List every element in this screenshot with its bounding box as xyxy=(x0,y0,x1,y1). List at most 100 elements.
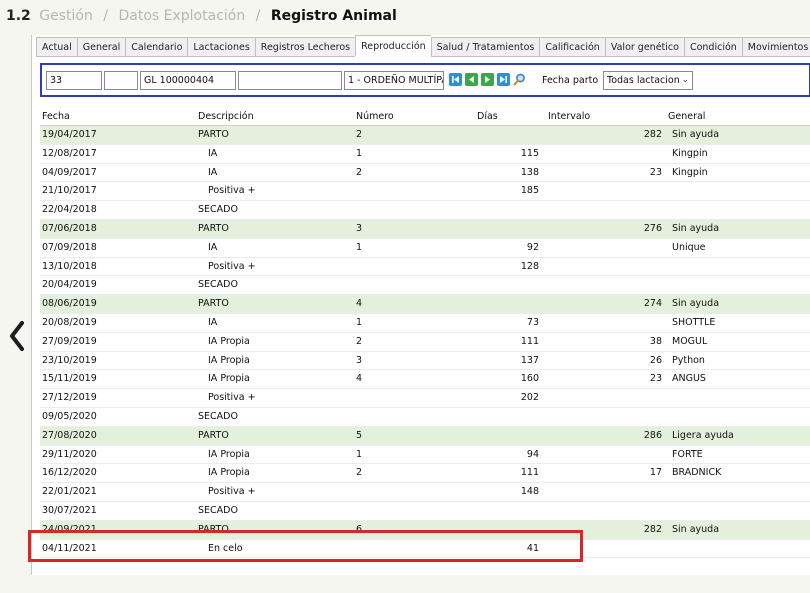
table-row[interactable]: 04/11/2021 En celo 41 xyxy=(40,540,810,559)
table-row[interactable]: 27/09/2019 IA Propia 2 111 38 MOGUL xyxy=(40,333,810,352)
cell-fecha: 20/04/2019 xyxy=(42,279,97,291)
table-row[interactable]: 09/05/2020 SECADO xyxy=(40,408,810,427)
column-header-dias[interactable]: Días xyxy=(477,109,539,125)
table-row[interactable]: 27/12/2019 Positiva + 202 xyxy=(40,389,810,408)
cell-numero: 1 xyxy=(356,147,363,159)
table-row[interactable]: 21/10/2017 Positiva + 185 xyxy=(40,182,810,202)
column-header-intervalo[interactable]: Intervalo xyxy=(548,109,662,125)
animal-id-field[interactable]: GL 100000404 xyxy=(140,71,236,90)
column-header-numero[interactable]: Número xyxy=(356,109,471,125)
cell-descripcion: IA Propia xyxy=(208,448,250,460)
tab-calificación[interactable]: Calificación xyxy=(539,37,605,57)
tab-calendario[interactable]: Calendario xyxy=(125,37,188,57)
cell-numero: 1 xyxy=(356,316,363,328)
tab-lactaciones[interactable]: Lactaciones xyxy=(187,37,255,57)
cell-general: FORTE xyxy=(672,448,703,460)
cell-dias: 92 xyxy=(526,241,539,253)
column-header-general[interactable]: General xyxy=(666,109,806,125)
tab-general[interactable]: General xyxy=(76,37,126,57)
record-panel: Actual General Calendario Lactaciones Regist… xyxy=(31,35,810,575)
cell-fecha: 24/09/2021 xyxy=(42,523,97,535)
fecha-parto-label: Fecha parto xyxy=(542,75,599,86)
cell-general: Kingpin xyxy=(672,166,708,178)
table-row[interactable]: 13/10/2018 Positiva + 128 xyxy=(40,258,810,277)
table-row[interactable]: 20/08/2019 IA 1 73 SHOTTLE xyxy=(40,314,810,333)
tab-registros-lecheros[interactable]: Registros Lecheros xyxy=(254,37,356,57)
cell-descripcion: En celo xyxy=(208,542,243,554)
breadcrumb-item-datos-explotacion[interactable]: Datos Explotación xyxy=(118,8,245,24)
cell-descripcion: SECADO xyxy=(198,204,238,216)
table-row[interactable]: 24/09/2021 PARTO 6 282 Sin ayuda xyxy=(40,520,810,540)
cell-numero: 4 xyxy=(356,373,363,385)
group-field[interactable]: 1 - ORDEÑO MULTÍPA xyxy=(344,71,444,90)
cell-general xyxy=(666,258,806,276)
cell-descripcion: PARTO xyxy=(198,523,229,535)
animal-name-field[interactable] xyxy=(238,71,342,90)
cell-dias xyxy=(477,201,539,219)
table-row[interactable]: 12/08/2017 IA 1 115 Kingpin xyxy=(40,145,810,164)
table-row[interactable]: 30/07/2021 SECADO xyxy=(40,502,810,521)
cell-dias: 202 xyxy=(520,392,539,404)
tab-salud-tratamientos[interactable]: Salud / Tratamientos xyxy=(430,37,540,57)
table-row[interactable]: 27/08/2020 PARTO 5 286 Ligera ayuda xyxy=(40,426,810,446)
cell-general: Sin ayuda xyxy=(672,222,720,234)
cell-descripcion: PARTO xyxy=(198,429,229,441)
table-row[interactable]: 07/09/2018 IA 1 92 Unique xyxy=(40,239,810,258)
breadcrumb: 1.2 Gestión / Datos Explotación / Regist… xyxy=(6,8,397,28)
tab-movimientos[interactable]: Movimientos xyxy=(741,37,810,57)
cell-fecha: 20/08/2019 xyxy=(42,316,97,328)
cell-fecha: 23/10/2019 xyxy=(42,354,97,366)
cell-dias: 128 xyxy=(520,260,539,272)
cell-intervalo xyxy=(548,483,662,501)
previous-record-icon[interactable] xyxy=(465,73,478,86)
tab-valor-genético[interactable]: Valor genético xyxy=(604,37,684,57)
last-record-icon[interactable] xyxy=(497,73,510,86)
cell-numero: 2 xyxy=(356,129,363,140)
cell-descripcion: IA Propia xyxy=(208,373,250,385)
cell-descripcion: IA xyxy=(208,316,218,328)
cell-fecha: 27/12/2019 xyxy=(42,392,97,404)
next-record-icon[interactable] xyxy=(481,73,494,86)
cell-numero: 1 xyxy=(356,448,363,460)
cell-fecha: 13/10/2018 xyxy=(42,260,97,272)
tab-condición[interactable]: Condición xyxy=(683,37,742,57)
cell-descripcion: IA Propia xyxy=(208,335,250,347)
cell-intervalo xyxy=(548,239,662,257)
table-row[interactable]: 16/12/2020 IA Propia 2 111 17 BRADNICK xyxy=(40,464,810,484)
table-row[interactable]: 04/09/2017 IA 2 138 23 Kingpin xyxy=(40,164,810,183)
table-row[interactable]: 22/01/2021 Positiva + 148 xyxy=(40,483,810,502)
cell-descripcion: IA Propia xyxy=(208,354,250,366)
table-row[interactable]: 15/11/2019 IA Propia 4 160 23 ANGUS xyxy=(40,370,810,390)
column-header-fecha[interactable]: Fecha xyxy=(42,109,192,125)
lactation-select[interactable]: Todas lactacion ⌄ xyxy=(603,71,693,90)
cell-numero: 2 xyxy=(356,467,363,479)
table-row[interactable]: 07/06/2018 PARTO 3 276 Sin ayuda xyxy=(40,219,810,239)
table-row[interactable]: 22/04/2018 SECADO xyxy=(40,201,810,220)
cell-general: Unique xyxy=(672,241,706,253)
table-row[interactable]: 23/10/2019 IA Propia 3 137 26 Python xyxy=(40,352,810,371)
cell-dias xyxy=(477,502,539,520)
search-icon[interactable] xyxy=(513,73,526,86)
breadcrumb-item-gestion[interactable]: Gestión xyxy=(39,8,93,24)
cell-dias xyxy=(477,427,539,445)
tab-actual[interactable]: Actual xyxy=(36,37,77,57)
cell-fecha: 21/10/2017 xyxy=(42,185,97,197)
table-row[interactable]: 29/11/2020 IA Propia 1 94 FORTE xyxy=(40,446,810,465)
cell-dias xyxy=(477,408,539,426)
cell-numero xyxy=(356,258,471,276)
previous-arrow-icon[interactable] xyxy=(6,318,28,354)
cell-fecha: 30/07/2021 xyxy=(42,504,97,516)
first-record-icon[interactable] xyxy=(449,73,462,86)
cell-general: Kingpin xyxy=(672,147,708,159)
column-header-descripcion[interactable]: Descripción xyxy=(198,109,348,125)
table-row[interactable]: 20/04/2019 SECADO xyxy=(40,276,810,296)
tab-reproducción[interactable]: Reproducción xyxy=(355,35,431,56)
table-row[interactable]: 19/04/2017 PARTO 2 282 Sin ayuda xyxy=(40,126,810,145)
cell-numero xyxy=(356,483,471,501)
cell-descripcion: IA xyxy=(208,241,218,253)
table-row[interactable]: 08/06/2019 PARTO 4 274 Sin ayuda xyxy=(40,295,810,314)
animal-number-field[interactable]: 33 xyxy=(46,71,102,90)
cell-dias: 94 xyxy=(526,448,539,460)
animal-code-field[interactable] xyxy=(104,71,138,90)
cell-descripcion: SECADO xyxy=(198,279,238,291)
